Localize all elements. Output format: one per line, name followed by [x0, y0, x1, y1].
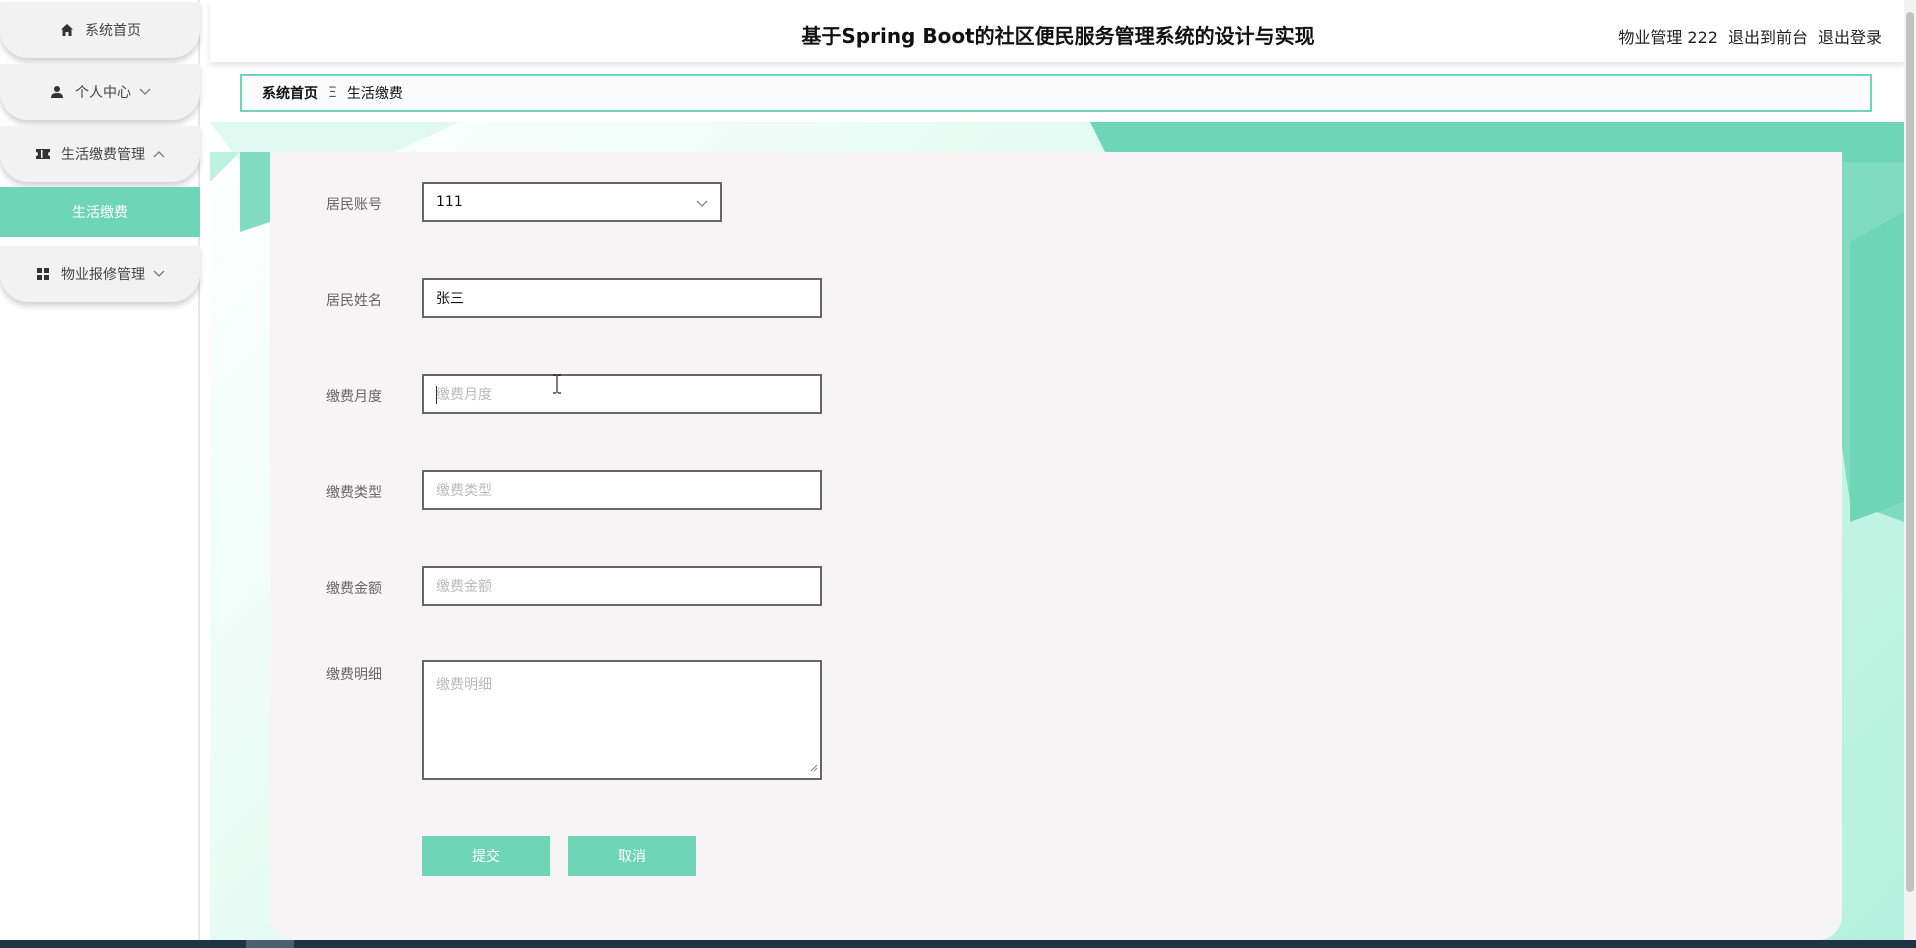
- grid-icon: [35, 266, 51, 282]
- month-label: 缴费月度: [326, 389, 382, 405]
- sidebar-item-label: 物业报修管理: [61, 267, 145, 283]
- user-icon: [49, 84, 65, 100]
- form-row-type: 缴费类型 缴费类型: [326, 470, 822, 510]
- type-label: 缴费类型: [326, 485, 382, 501]
- form-row-month: 缴费月度 缴费月度: [326, 374, 822, 414]
- form-row-account: 居民账号 111: [326, 182, 722, 222]
- form-card: 居民账号 111 居民姓名 张三 缴费月度 缴费月度 缴费类型 缴费类型 缴费金…: [270, 152, 1842, 940]
- home-icon: [59, 22, 75, 38]
- amount-input-placeholder: 缴费金额: [436, 579, 492, 595]
- breadcrumb-current: 生活缴费: [346, 86, 403, 102]
- sidebar: 系统首页 个人中心 生活缴费管理 生活缴费 物业报修管理: [0, 0, 200, 940]
- sidebar-item-living-payment-management[interactable]: 生活缴费管理: [0, 126, 200, 182]
- sidebar-item-label: 个人中心: [75, 85, 131, 101]
- sidebar-item-label: 生活缴费: [72, 205, 128, 221]
- type-input-placeholder: 缴费类型: [436, 483, 492, 499]
- name-label: 居民姓名: [326, 293, 382, 309]
- taskbar-app-chip[interactable]: [246, 940, 294, 948]
- chevron-up-icon: [153, 150, 165, 158]
- account-label: 居民账号: [326, 197, 382, 213]
- cancel-button[interactable]: 取消: [568, 836, 696, 876]
- breadcrumb: 系统首页 Ξ 生活缴费: [240, 74, 1872, 112]
- chevron-down-icon: [153, 270, 165, 278]
- exit-to-front-link[interactable]: 退出到前台: [1728, 24, 1808, 48]
- text-caret: [436, 386, 437, 404]
- form-row-amount: 缴费金额 缴费金额: [326, 566, 822, 606]
- sidebar-item-home[interactable]: 系统首页: [0, 2, 200, 58]
- month-input[interactable]: 缴费月度: [422, 374, 822, 414]
- submit-button[interactable]: 提交: [422, 836, 550, 876]
- form-row-detail: 缴费明细 缴费明细: [326, 660, 822, 780]
- breadcrumb-home-link[interactable]: 系统首页: [262, 83, 318, 103]
- sidebar-item-label: 系统首页: [85, 23, 141, 39]
- sidebar-item-label: 生活缴费管理: [61, 147, 145, 163]
- amount-label: 缴费金额: [326, 581, 382, 597]
- detail-textarea[interactable]: 缴费明细: [422, 660, 822, 780]
- logout-link[interactable]: 退出登录: [1818, 24, 1882, 48]
- month-input-placeholder: 缴费月度: [436, 387, 492, 403]
- sidebar-item-repair-management[interactable]: 物业报修管理: [0, 246, 200, 302]
- chevron-down-icon: [139, 88, 151, 96]
- chevron-down-icon: [696, 196, 708, 212]
- scrollbar-thumb[interactable]: [1906, 12, 1914, 892]
- name-input[interactable]: 张三: [422, 278, 822, 318]
- top-header: 基于Spring Boot的社区便民服务管理系统的设计与实现 物业管理 222 …: [210, 0, 1906, 62]
- current-user-label: 物业管理 222: [1618, 28, 1718, 47]
- account-select-value: 111: [436, 194, 463, 210]
- type-input[interactable]: 缴费类型: [422, 470, 822, 510]
- form-row-name: 居民姓名 张三: [326, 278, 822, 318]
- resize-grip-icon[interactable]: [808, 760, 818, 776]
- name-input-value: 张三: [436, 291, 464, 307]
- header-user-actions: 物业管理 222 退出到前台 退出登录: [1618, 24, 1882, 48]
- detail-label: 缴费明细: [326, 667, 382, 683]
- text-cursor-icon: [553, 374, 561, 394]
- breadcrumb-separator-icon: Ξ: [328, 85, 337, 101]
- os-taskbar: [0, 940, 1916, 948]
- sidebar-item-personal-center[interactable]: 个人中心: [0, 64, 200, 120]
- page-scrollbar[interactable]: [1904, 0, 1916, 940]
- ticket-icon: [35, 146, 51, 162]
- account-select[interactable]: 111: [422, 182, 722, 222]
- sidebar-subitem-living-payment[interactable]: 生活缴费: [0, 187, 200, 237]
- detail-textarea-placeholder: 缴费明细: [436, 677, 492, 693]
- amount-input[interactable]: 缴费金额: [422, 566, 822, 606]
